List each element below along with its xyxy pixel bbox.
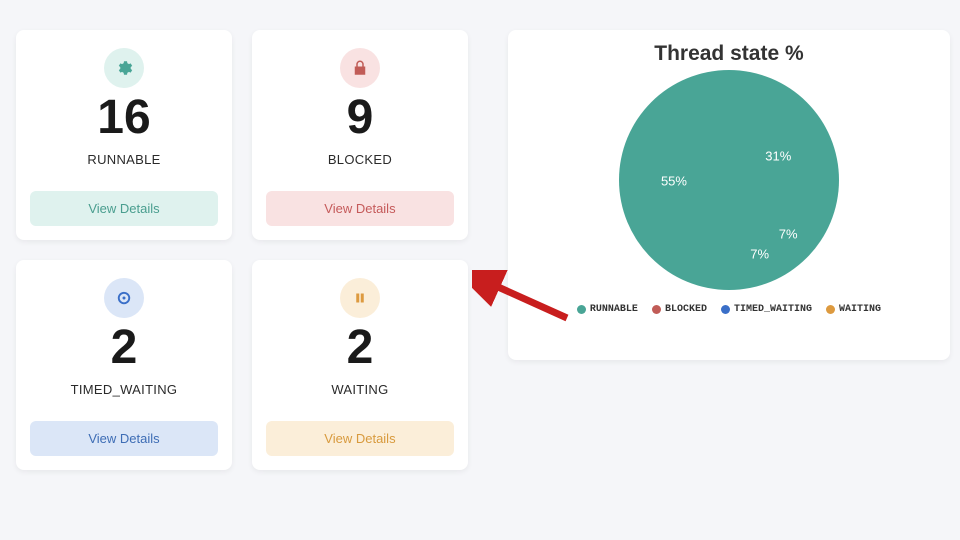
legend-label: RUNNABLE xyxy=(590,304,638,315)
clock-icon xyxy=(104,278,144,318)
card-label: TIMED_WAITING xyxy=(71,382,178,397)
pie-slice-label: 31% xyxy=(765,148,791,163)
pause-icon xyxy=(340,278,380,318)
legend-label: TIMED_WAITING xyxy=(734,304,812,315)
card-value: 16 xyxy=(97,94,150,142)
legend-item: BLOCKED xyxy=(652,304,707,315)
pie-slice-label: 55% xyxy=(661,173,687,188)
legend-swatch xyxy=(652,305,661,314)
legend-swatch xyxy=(826,305,835,314)
legend-swatch xyxy=(577,305,586,314)
legend-item: WAITING xyxy=(826,304,881,315)
legend-label: WAITING xyxy=(839,304,881,315)
thread-state-pie-panel: Thread state % 55% 31% 7% 7% RUNNABLE BLOCKE… xyxy=(508,30,950,360)
pie-slice-label: 7% xyxy=(779,226,798,241)
thread-state-cards: 16 RUNNABLE View Details 9 BLOCKED View … xyxy=(16,30,468,470)
view-details-button[interactable]: View Details xyxy=(266,421,454,456)
legend-item: TIMED_WAITING xyxy=(721,304,812,315)
legend-item: RUNNABLE xyxy=(577,304,638,315)
card-timed-waiting: 2 TIMED_WAITING View Details xyxy=(16,260,232,470)
gear-icon xyxy=(104,48,144,88)
chart-legend: RUNNABLE BLOCKED TIMED_WAITING WAITING xyxy=(577,304,881,315)
card-blocked: 9 BLOCKED View Details xyxy=(252,30,468,240)
card-waiting: 2 WAITING View Details xyxy=(252,260,468,470)
pie-slice-label: 7% xyxy=(750,246,769,261)
view-details-button[interactable]: View Details xyxy=(266,191,454,226)
lock-icon xyxy=(340,48,380,88)
view-details-button[interactable]: View Details xyxy=(30,421,218,456)
pie-graphic xyxy=(619,70,839,290)
card-value: 2 xyxy=(111,324,138,372)
chart-title: Thread state % xyxy=(654,42,803,66)
card-runnable: 16 RUNNABLE View Details xyxy=(16,30,232,240)
view-details-button[interactable]: View Details xyxy=(30,191,218,226)
legend-label: BLOCKED xyxy=(665,304,707,315)
dashboard-layout: 16 RUNNABLE View Details 9 BLOCKED View … xyxy=(10,30,950,470)
card-label: WAITING xyxy=(331,382,388,397)
pie-chart: 55% 31% 7% 7% xyxy=(619,70,839,290)
card-value: 2 xyxy=(347,324,374,372)
card-value: 9 xyxy=(347,94,374,142)
legend-swatch xyxy=(721,305,730,314)
card-label: BLOCKED xyxy=(328,152,392,167)
card-label: RUNNABLE xyxy=(87,152,160,167)
